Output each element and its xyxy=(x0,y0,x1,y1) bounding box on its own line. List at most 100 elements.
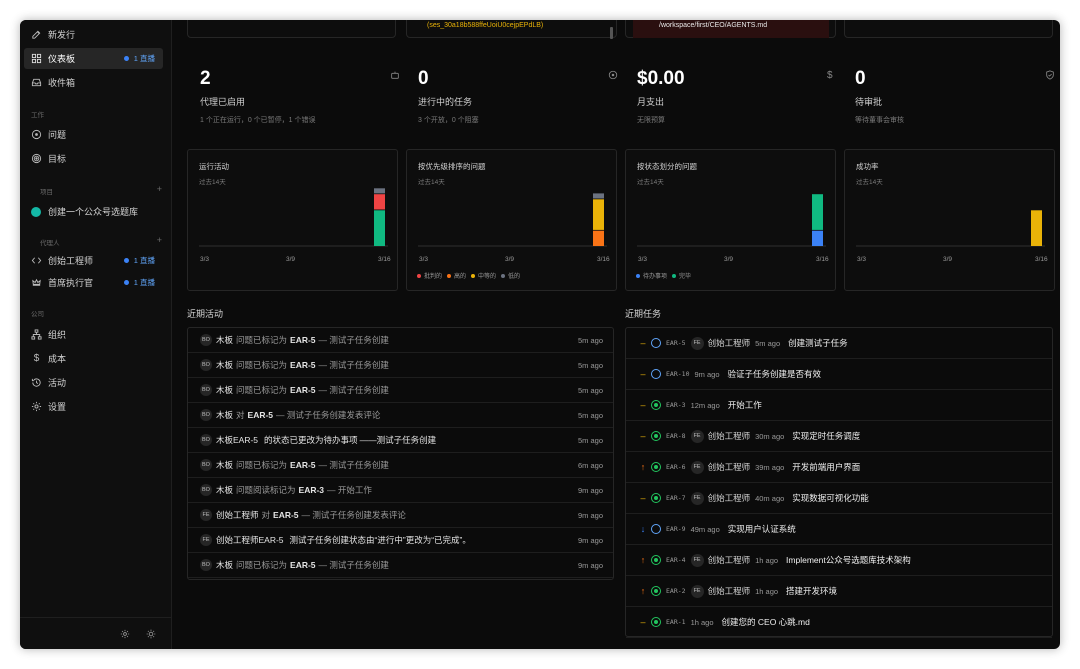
status-icon[interactable] xyxy=(651,555,661,565)
activity-detail: — 测试子任务创建 xyxy=(318,360,389,370)
x-tick-label: 3/9 xyxy=(943,256,952,263)
task-code: EAR-2 xyxy=(666,587,686,595)
issue-ref[interactable]: EAR-5 xyxy=(290,385,316,395)
sidebar-item-org[interactable]: 组织 xyxy=(24,324,163,345)
issue-ref[interactable]: EAR-5 xyxy=(248,410,274,420)
sidebar-item-agent-ceo[interactable]: 首席执行官 1 直播 xyxy=(24,272,163,293)
sidebar-item-project[interactable]: 创建一个公众号选题库 xyxy=(24,201,163,222)
sidebar-item-inbox[interactable]: 收件箱 xyxy=(24,72,163,93)
status-icon[interactable] xyxy=(651,586,661,596)
sidebar-item-dashboard[interactable]: 仪表板 1 直播 xyxy=(24,48,163,69)
activity-row[interactable]: BO 木板 问题已标记为 EAR-5— 测试子任务创建 9m ago xyxy=(188,553,613,578)
priority-icon: ↑ xyxy=(640,462,646,472)
stat-agents-enabled[interactable]: 2 代理已启用 1 个正在运行，0 个已暂停，1 个错误 xyxy=(200,68,400,128)
org-chart-icon xyxy=(31,329,42,340)
live-badge: 1 直播 xyxy=(123,255,155,266)
priority-icon: ↑ xyxy=(640,555,646,565)
task-title: 实现数据可视化功能 xyxy=(792,493,869,503)
sidebar-item-agent-founding-engineer[interactable]: 创始工程师 1 直播 xyxy=(24,250,163,271)
activity-row[interactable]: FE 创始工程师EAR-5 测试子任务创建状态由“进行中”更改为“已完成”。 9m a… xyxy=(188,528,613,553)
stat-pending-approval[interactable]: 0 待审批 等待董事会审核 xyxy=(855,68,1055,128)
task-row[interactable]: – EAR-1 1h ago 创建您的 CEO 心跳.md xyxy=(626,607,1052,638)
status-icon[interactable] xyxy=(651,617,661,627)
stat-value: 2 xyxy=(200,68,211,89)
add-project-icon[interactable]: + xyxy=(157,184,162,194)
legend-label: 高的 xyxy=(454,274,467,280)
sidebar-item-issues[interactable]: 问题 xyxy=(24,124,163,145)
x-tick-label: 3/16 xyxy=(1035,256,1048,263)
sidebar-item-new-issue[interactable]: 新发行 xyxy=(24,24,163,45)
task-time: 12m ago xyxy=(690,400,720,410)
activity-verb: 问题已标记为 xyxy=(236,360,288,370)
task-row[interactable]: ↑ EAR-4 FE 创始工程师 1h ago Implement公众号选题库技术架构 xyxy=(626,545,1052,576)
section-label-agents: 代理人 xyxy=(40,240,60,247)
priority-icon: – xyxy=(640,400,646,410)
sidebar-item-costs[interactable]: $ 成本 xyxy=(24,348,163,369)
avatar: BO xyxy=(200,459,212,471)
activity-actor: 木板 xyxy=(216,385,234,395)
activity-row[interactable]: BO 木板 问题已标记为 EAR-5— 测试子任务创建 5m ago xyxy=(188,328,613,353)
chart-bar-segment xyxy=(593,230,604,246)
scrollbar[interactable] xyxy=(610,27,613,39)
avatar: FE xyxy=(200,534,212,546)
task-code: EAR-5 xyxy=(666,339,686,347)
activity-row[interactable]: BO 木板 问题阅读标记为 EAR-3— 开始工作 9m ago xyxy=(188,478,613,503)
activity-row[interactable]: BO 木板 问题已标记为 EAR-5— 测试子任务创建 5m ago xyxy=(188,353,613,378)
activity-verb: 对 xyxy=(261,510,271,520)
task-row[interactable]: – EAR-3 12m ago 开始工作 xyxy=(626,390,1052,421)
status-icon[interactable] xyxy=(651,338,661,348)
issue-ref[interactable]: EAR-5 xyxy=(290,560,316,570)
chart-legend: 待办事项 完毕 xyxy=(636,271,691,280)
sidebar-item-label: 组织 xyxy=(48,330,67,340)
top-card-session: (ses_30a18b588ffeUoiU0cejpEPdLB) xyxy=(406,20,617,39)
priority-icon: – xyxy=(640,431,646,441)
gear-icon xyxy=(31,401,42,412)
activity-time: 6m ago xyxy=(577,460,603,470)
settings-gear-icon[interactable] xyxy=(120,629,130,639)
issue-ref[interactable]: EAR-5 xyxy=(290,460,316,470)
status-icon[interactable] xyxy=(651,431,661,441)
theme-sun-icon[interactable] xyxy=(146,629,156,639)
task-row[interactable]: ↑ EAR-2 FE 创始工程师 1h ago 搭建开发环境 xyxy=(626,576,1052,607)
task-row[interactable]: – EAR-10 9m ago 验证子任务创建是否有效 xyxy=(626,359,1052,390)
stat-tasks-in-progress[interactable]: 0 进行中的任务 3 个开放，0 个阻塞 xyxy=(418,68,618,128)
avatar: FE xyxy=(690,491,704,505)
stat-monthly-spend[interactable]: $0.00 月支出 无限预算 $ xyxy=(637,68,837,128)
status-icon[interactable] xyxy=(651,462,661,472)
status-icon[interactable] xyxy=(651,493,661,503)
activity-row[interactable]: BO 木板对 EAR-5— 测试子任务创建发表评论 5m ago xyxy=(188,403,613,428)
activity-row[interactable]: BO 木板 问题已标记为 EAR-5— 测试子任务创建 6m ago xyxy=(188,453,613,478)
issue-ref[interactable]: EAR-5 xyxy=(290,360,316,370)
sidebar-item-label: 新发行 xyxy=(48,30,76,40)
task-time: 39m ago xyxy=(755,462,785,472)
activity-time: 9m ago xyxy=(577,485,603,495)
issue-ref[interactable]: EAR-5 xyxy=(273,510,299,520)
sidebar-item-settings[interactable]: 设置 xyxy=(24,396,163,417)
activity-verb: 的状态已更改为待办事项 xyxy=(264,435,358,445)
avatar: BO xyxy=(200,434,212,446)
sidebar-item-activity[interactable]: 活动 xyxy=(24,372,163,393)
activity-row[interactable]: BO 木板 问题已标记为 EAR-5— 测试子任务创建 5m ago xyxy=(188,378,613,403)
add-agent-icon[interactable]: + xyxy=(157,235,162,245)
activity-row[interactable]: BO 木板EAR-5 的状态已更改为待办事项 ——测试子任务创建 5m ago xyxy=(188,428,613,453)
issue-ref[interactable]: EAR-5 xyxy=(290,335,316,345)
sidebar-footer xyxy=(20,617,172,649)
task-code: EAR-10 xyxy=(666,370,690,378)
activity-actor: 木板 xyxy=(216,360,234,370)
top-card-4 xyxy=(844,20,1053,38)
task-row[interactable]: – EAR-8 FE 创始工程师 30m ago 实现定时任务调度 xyxy=(626,421,1052,452)
grid-icon xyxy=(31,53,42,64)
avatar: BO xyxy=(200,384,212,396)
task-row[interactable]: ↑ EAR-6 FE 创始工程师 39m ago 开发前端用户界面 xyxy=(626,452,1052,483)
task-row[interactable]: – EAR-5 FE 创始工程师 5m ago 创建测试子任务 xyxy=(626,328,1052,359)
activity-row[interactable]: FE 创始工程师对 EAR-5— 测试子任务创建发表评论 9m ago xyxy=(188,503,613,528)
task-row[interactable]: – EAR-7 FE 创始工程师 40m ago 实现数据可视化功能 xyxy=(626,483,1052,514)
status-icon[interactable] xyxy=(651,369,661,379)
sidebar-item-goals[interactable]: 目标 xyxy=(24,148,163,169)
task-row[interactable]: ↓ EAR-9 49m ago 实现用户认证系统 xyxy=(626,514,1052,545)
status-icon[interactable] xyxy=(651,524,661,534)
status-icon[interactable] xyxy=(651,400,661,410)
activity-actor: 木板 xyxy=(216,335,234,345)
issue-ref[interactable]: EAR-3 xyxy=(299,485,325,495)
sidebar-item-label: 创始工程师 xyxy=(48,256,94,266)
